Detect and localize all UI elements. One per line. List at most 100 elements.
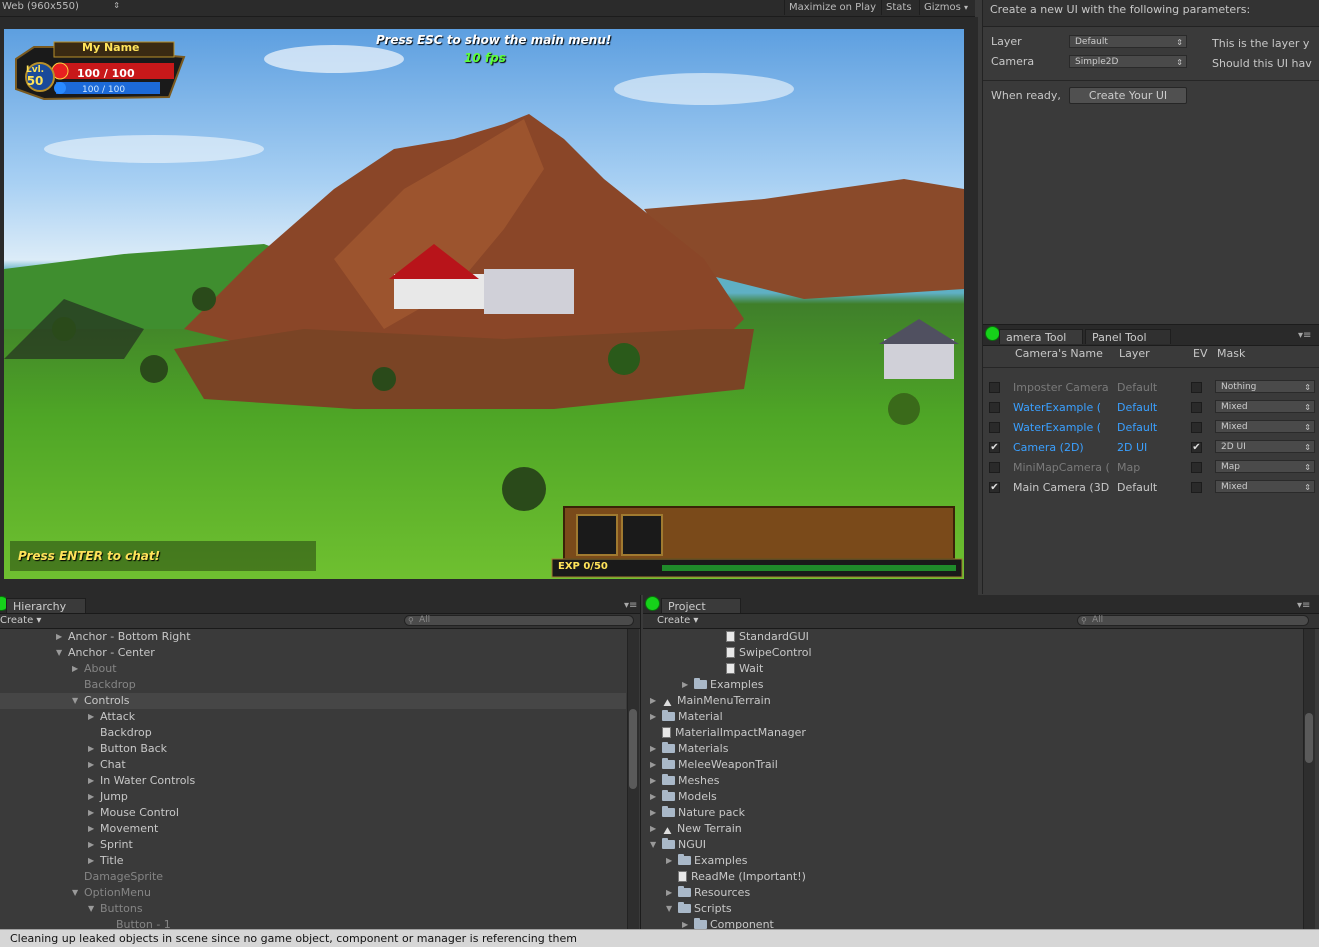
camera-ev-checkbox[interactable]	[1191, 482, 1202, 493]
layer-dropdown[interactable]: Default ⇕	[1069, 35, 1187, 48]
expand-arrow-icon[interactable]: ▶	[88, 789, 94, 805]
expand-arrow-icon[interactable]: ▶	[88, 757, 94, 773]
camera-mask-dropdown[interactable]: Mixed ⇕	[1215, 400, 1315, 413]
camera-enabled-checkbox[interactable]: ✔	[989, 482, 1000, 493]
expand-arrow-icon[interactable]: ▶	[650, 757, 656, 773]
expand-arrow-icon[interactable]: ▶	[88, 773, 94, 789]
tree-item[interactable]: MaterialImpactManager	[643, 725, 1303, 741]
tree-item[interactable]: ▶ ⛰ MainMenuTerrain	[643, 693, 1303, 709]
camera-row[interactable]: WaterExample (Default Mixed ⇕	[983, 420, 1319, 440]
collapse-arrow-icon[interactable]: ▼	[72, 885, 78, 901]
scrollbar-thumb[interactable]	[1305, 713, 1313, 763]
tree-item[interactable]: ▶ MeleeWeaponTrail	[643, 757, 1303, 773]
camera-enabled-checkbox[interactable]	[989, 382, 1000, 393]
expand-arrow-icon[interactable]: ▶	[666, 853, 672, 869]
tree-item[interactable]: ▶ About	[0, 661, 626, 677]
tree-item[interactable]: ▶ In Water Controls	[0, 773, 626, 789]
tree-item[interactable]: ▶ Sprint	[0, 837, 626, 853]
tree-item[interactable]: ▶ Chat	[0, 757, 626, 773]
tree-item[interactable]: ▶ Mouse Control	[0, 805, 626, 821]
panel-menu-icon[interactable]: ▾≡	[624, 600, 637, 611]
tree-item[interactable]: ▶ Component	[643, 917, 1303, 929]
expand-arrow-icon[interactable]: ▶	[88, 805, 94, 821]
expand-arrow-icon[interactable]: ▶	[650, 789, 656, 805]
collapse-arrow-icon[interactable]: ▼	[666, 901, 672, 917]
collapse-arrow-icon[interactable]: ▼	[72, 693, 78, 709]
stats-button[interactable]: Stats	[881, 0, 916, 15]
tab-camera-tool[interactable]: amera Tool	[999, 329, 1083, 344]
tab-hierarchy[interactable]: Hierarchy	[6, 598, 86, 613]
project-scrollbar[interactable]	[1303, 629, 1315, 929]
camera-row[interactable]: ✔ Main Camera (3D Default Mixed ⇕	[983, 480, 1319, 500]
tree-item[interactable]: ▶ Attack	[0, 709, 626, 725]
tree-item[interactable]: StandardGUI	[643, 629, 1303, 645]
camera-row[interactable]: WaterExample (Default Mixed ⇕	[983, 400, 1319, 420]
tree-item[interactable]: ▶ Materials	[643, 741, 1303, 757]
aspect-dropdown[interactable]: Web (960x550) ⇕	[2, 1, 120, 14]
tab-panel-tool[interactable]: Panel Tool	[1085, 329, 1171, 344]
tree-item[interactable]: ▶ Material	[643, 709, 1303, 725]
camera-ev-checkbox[interactable]: ✔	[1191, 442, 1202, 453]
expand-arrow-icon[interactable]: ▶	[56, 629, 62, 645]
tree-item[interactable]: ▶ Examples	[643, 853, 1303, 869]
camera-dropdown[interactable]: Simple2D ⇕	[1069, 55, 1187, 68]
expand-arrow-icon[interactable]: ▶	[650, 821, 656, 837]
expand-arrow-icon[interactable]: ▶	[682, 677, 688, 693]
camera-enabled-checkbox[interactable]	[989, 462, 1000, 473]
expand-arrow-icon[interactable]: ▶	[650, 773, 656, 789]
camera-mask-dropdown[interactable]: Mixed ⇕	[1215, 480, 1315, 493]
tree-item[interactable]: ▼ Scripts	[643, 901, 1303, 917]
camera-enabled-checkbox[interactable]	[989, 402, 1000, 413]
tree-item[interactable]: Wait	[643, 661, 1303, 677]
camera-row[interactable]: ✔ Camera (2D) 2D UI ✔ 2D UI ⇕	[983, 440, 1319, 460]
tree-item[interactable]: ▶ Resources	[643, 885, 1303, 901]
expand-arrow-icon[interactable]: ▶	[88, 741, 94, 757]
tree-item[interactable]: ▶ Meshes	[643, 773, 1303, 789]
camera-row[interactable]: MiniMapCamera (Map Map ⇕	[983, 460, 1319, 480]
game-viewport[interactable]: My Name Lvl. 50 100 / 100 100 / 100 Press…	[4, 29, 964, 579]
tree-item[interactable]: ReadMe (Important!)	[643, 869, 1303, 885]
collapse-arrow-icon[interactable]: ▼	[88, 901, 94, 917]
camera-enabled-checkbox[interactable]: ✔	[989, 442, 1000, 453]
tree-item[interactable]: ▼ Anchor - Center	[0, 645, 626, 661]
panel-menu-icon[interactable]: ▾≡	[1298, 330, 1311, 341]
collapse-arrow-icon[interactable]: ▼	[650, 837, 656, 853]
maximize-on-play-button[interactable]: Maximize on Play	[784, 0, 880, 15]
collapse-arrow-icon[interactable]: ▼	[56, 645, 62, 661]
camera-ev-checkbox[interactable]	[1191, 462, 1202, 473]
hierarchy-search-input[interactable]: ⚲ All	[404, 615, 634, 626]
create-your-ui-button[interactable]: Create Your UI	[1069, 87, 1187, 104]
expand-arrow-icon[interactable]: ▶	[88, 853, 94, 869]
tree-item[interactable]: ▶ Button Back	[0, 741, 626, 757]
scrollbar-thumb[interactable]	[629, 709, 637, 789]
expand-arrow-icon[interactable]: ▶	[72, 661, 78, 677]
status-bar[interactable]: Cleaning up leaked objects in scene sinc…	[0, 929, 1319, 947]
tree-item[interactable]: Backdrop	[0, 677, 626, 693]
tree-item[interactable]: ▶ Nature pack	[643, 805, 1303, 821]
expand-arrow-icon[interactable]: ▶	[650, 709, 656, 725]
camera-mask-dropdown[interactable]: Mixed ⇕	[1215, 420, 1315, 433]
camera-mask-dropdown[interactable]: 2D UI ⇕	[1215, 440, 1315, 453]
camera-ev-checkbox[interactable]	[1191, 422, 1202, 433]
expand-arrow-icon[interactable]: ▶	[88, 837, 94, 853]
tree-item[interactable]: Button - 1	[0, 917, 626, 929]
camera-ev-checkbox[interactable]	[1191, 402, 1202, 413]
tree-item[interactable]: ▼ Buttons	[0, 901, 626, 917]
expand-arrow-icon[interactable]: ▶	[666, 885, 672, 901]
expand-arrow-icon[interactable]: ▶	[650, 693, 656, 709]
expand-arrow-icon[interactable]: ▶	[88, 821, 94, 837]
camera-ev-checkbox[interactable]	[1191, 382, 1202, 393]
tab-project[interactable]: Project	[661, 598, 741, 613]
expand-arrow-icon[interactable]: ▶	[650, 741, 656, 757]
tree-item[interactable]: ▶ Jump	[0, 789, 626, 805]
expand-arrow-icon[interactable]: ▶	[88, 709, 94, 725]
camera-enabled-checkbox[interactable]	[989, 422, 1000, 433]
tree-item[interactable]: DamageSprite	[0, 869, 626, 885]
tree-item[interactable]: ▼ NGUI	[643, 837, 1303, 853]
panel-menu-icon[interactable]: ▾≡	[1297, 600, 1310, 611]
expand-arrow-icon[interactable]: ▶	[682, 917, 688, 929]
camera-mask-dropdown[interactable]: Nothing ⇕	[1215, 380, 1315, 393]
tree-item[interactable]: Backdrop	[0, 725, 626, 741]
tree-item[interactable]: ▼ Controls	[0, 693, 626, 709]
camera-mask-dropdown[interactable]: Map ⇕	[1215, 460, 1315, 473]
